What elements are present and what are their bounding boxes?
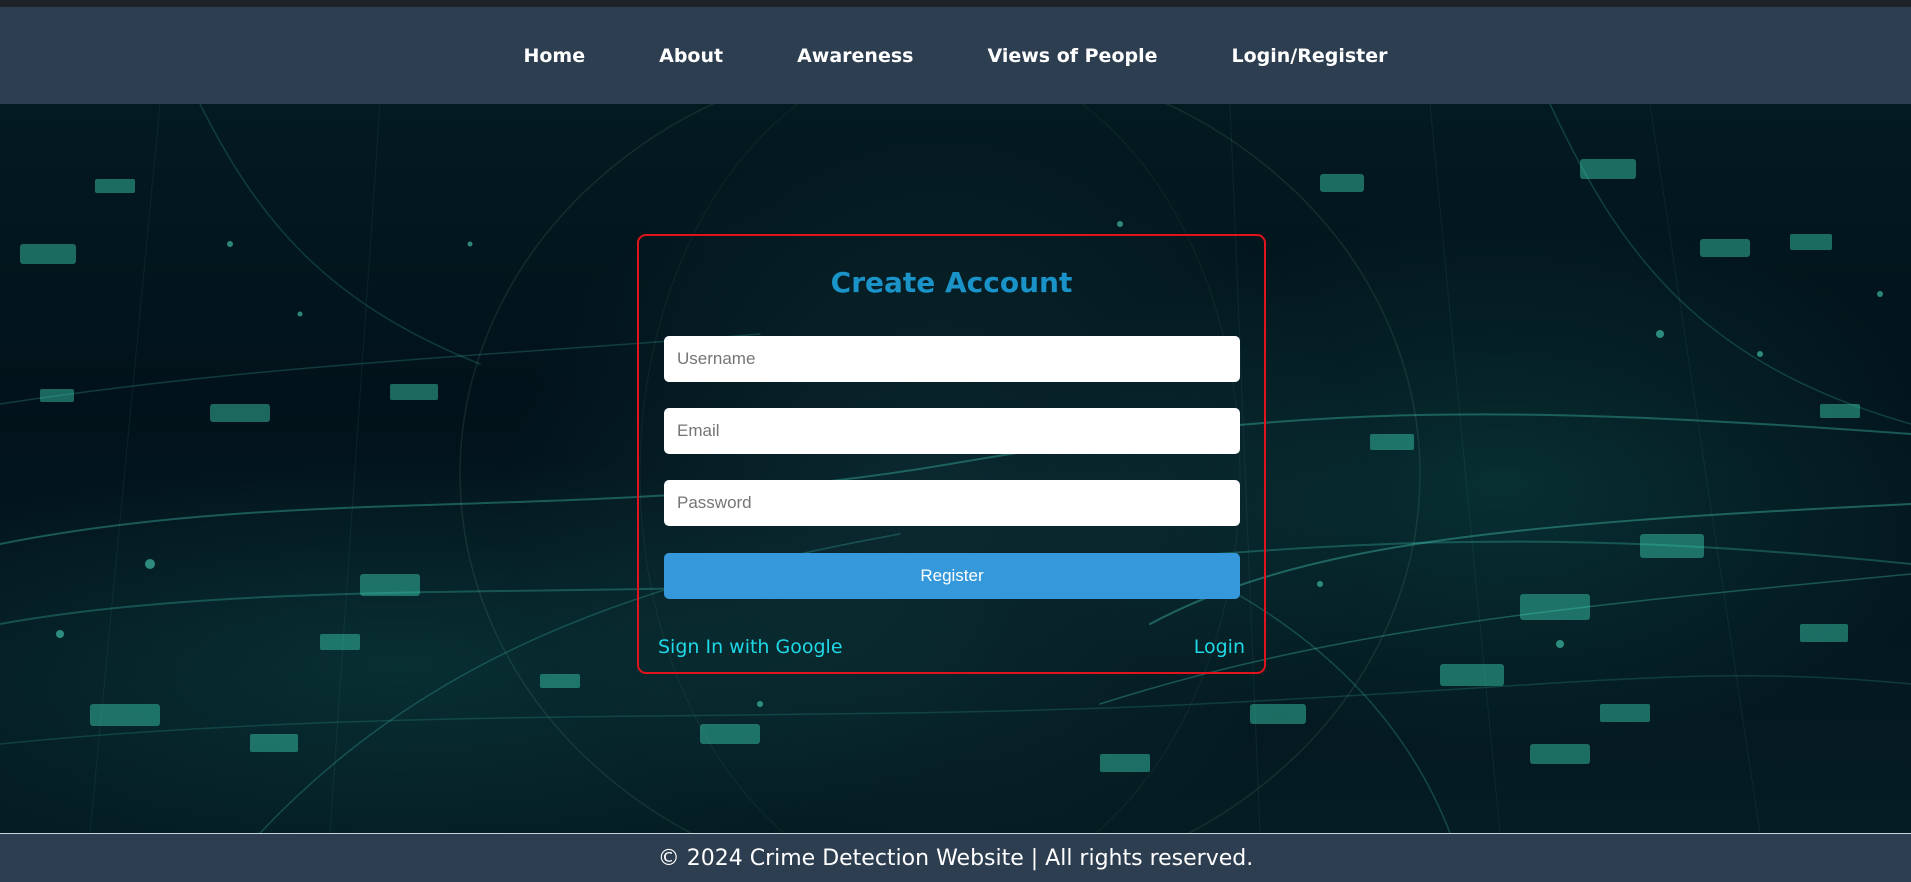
password-input[interactable] bbox=[664, 480, 1240, 526]
main-navbar: Home About Awareness Views of People Log… bbox=[0, 7, 1911, 104]
create-account-title: Create Account bbox=[830, 266, 1073, 299]
register-button[interactable]: Register bbox=[664, 553, 1240, 599]
google-sign-in-link[interactable]: Sign In with Google bbox=[658, 636, 843, 658]
nav-home[interactable]: Home bbox=[523, 45, 585, 67]
nav-views-of-people[interactable]: Views of People bbox=[987, 45, 1157, 67]
nav-about[interactable]: About bbox=[659, 45, 723, 67]
browser-top-strip bbox=[0, 0, 1911, 7]
username-input[interactable] bbox=[664, 336, 1240, 382]
hero-background: Create Account Register Sign In with Goo… bbox=[0, 104, 1911, 833]
create-account-card: Create Account Register Sign In with Goo… bbox=[637, 234, 1266, 674]
footer-copyright: © 2024 Crime Detection Website | All rig… bbox=[657, 845, 1254, 871]
login-link[interactable]: Login bbox=[1194, 636, 1245, 658]
page-footer: © 2024 Crime Detection Website | All rig… bbox=[0, 833, 1911, 882]
nav-login-register[interactable]: Login/Register bbox=[1232, 45, 1388, 67]
email-input[interactable] bbox=[664, 408, 1240, 454]
nav-awareness[interactable]: Awareness bbox=[797, 45, 913, 67]
